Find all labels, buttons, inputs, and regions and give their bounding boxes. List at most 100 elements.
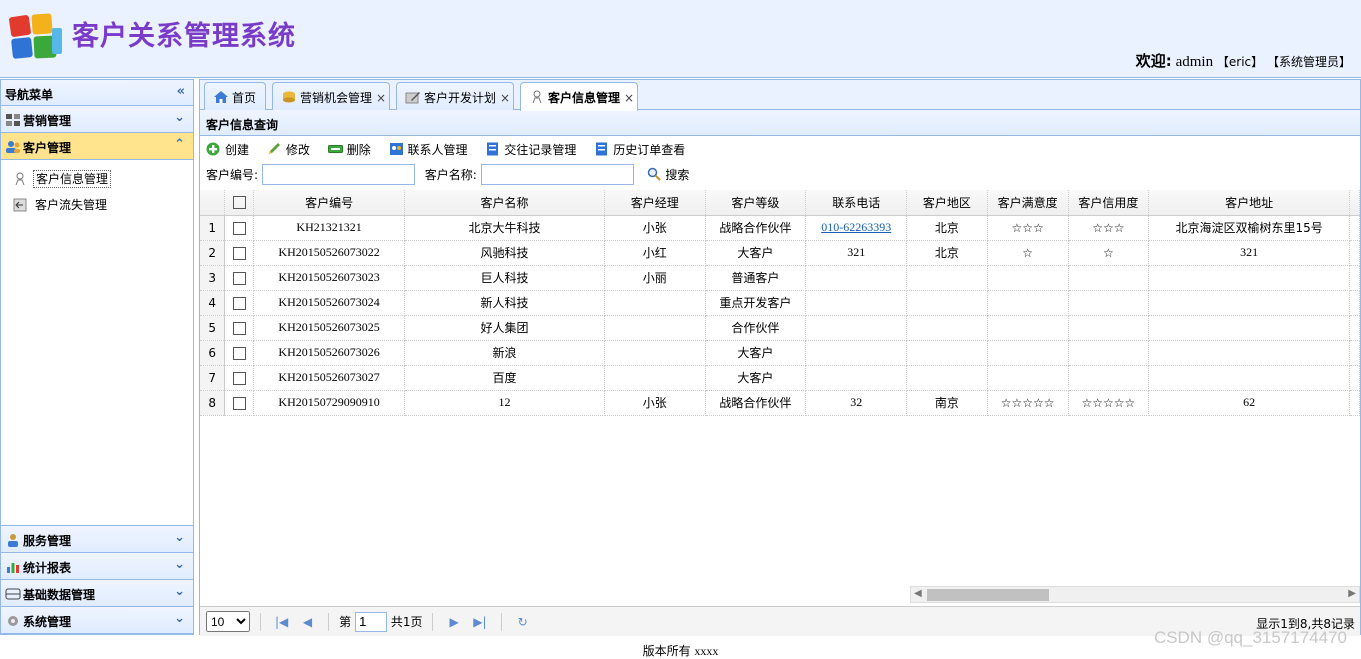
row-checkbox[interactable] (232, 346, 246, 360)
create-button[interactable]: 创建 (206, 141, 249, 158)
orders-button[interactable]: 历史订单查看 (594, 141, 685, 158)
create-label: 创建 (225, 143, 250, 157)
chevron-down-icon[interactable]: ⌄ (174, 611, 185, 626)
cell-region (906, 290, 988, 316)
sidebar-section-system[interactable]: 系统管理 ⌄ (1, 607, 193, 634)
column-header[interactable]: 客户经理 (604, 190, 706, 216)
table-row[interactable]: 8 KH20150729090910 12 小张 战略合作伙伴 32 南京 ☆☆… (200, 390, 1360, 416)
cell-region (906, 365, 988, 391)
table-header-row: 客户编号 客户名称 客户经理 客户等级 联系电话 客户地区 客户满意度 客户信用… (200, 190, 1360, 216)
table-row[interactable]: 4 KH20150526073024 新人科技 重点开发客户 (200, 290, 1360, 316)
sidebar-section-customer[interactable]: 客户管理 ⌃ (1, 133, 193, 160)
scroll-left-icon[interactable]: ◀ (914, 588, 922, 599)
row-checkbox[interactable] (232, 271, 246, 285)
cell-phone: 010-62263393 (805, 215, 908, 241)
tab-customer-info[interactable]: 客户信息管理 × (520, 82, 638, 111)
column-header[interactable]: 客户地区 (906, 190, 988, 216)
row-checkbox[interactable] (232, 371, 246, 385)
row-checkbox[interactable] (232, 321, 246, 335)
table-row[interactable]: 3 KH20150526073023 巨人科技 小丽 普通客户 (200, 265, 1360, 291)
toolbar: 创建 修改 删除 联系人管理 交往记录管理 历史订单查看 (200, 136, 1360, 162)
scrollbar-thumb[interactable] (927, 589, 1049, 601)
page-number-input[interactable] (354, 611, 387, 632)
table-row[interactable]: 7 KH20150526073027 百度 大客户 (200, 365, 1360, 391)
first-page-icon[interactable]: |◀ (271, 615, 293, 629)
chevron-down-icon[interactable]: ⌄ (174, 584, 185, 599)
cell-manager (604, 340, 706, 366)
refresh-icon[interactable]: ↻ (512, 615, 534, 629)
tab-home[interactable]: 首页 (204, 82, 266, 110)
chevron-down-icon[interactable]: ⌄ (174, 110, 185, 125)
chevron-up-icon[interactable]: ⌃ (174, 137, 185, 152)
next-page-icon[interactable]: ▶ (443, 615, 465, 629)
row-checkbox[interactable] (232, 221, 246, 235)
app-title: 客户关系管理系统 (72, 21, 296, 52)
row-checkbox[interactable] (232, 296, 246, 310)
column-header[interactable]: 客户信用度 (1068, 190, 1150, 216)
select-all-checkbox[interactable] (232, 196, 246, 210)
horizontal-scrollbar[interactable]: ◀ ▶ (910, 586, 1360, 603)
column-header[interactable]: 联系电话 (805, 190, 908, 216)
customer-code-input[interactable] (261, 164, 415, 185)
sidebar-section-base-data[interactable]: 基础数据管理 ⌄ (1, 580, 193, 607)
contacts-button[interactable]: 联系人管理 (389, 141, 468, 158)
prev-page-icon[interactable]: ◀ (296, 615, 318, 629)
row-select-cell (224, 365, 255, 391)
sidebar-section-reports[interactable]: 统计报表 ⌄ (1, 553, 193, 580)
column-header[interactable]: 客户等级 (705, 190, 807, 216)
cell-manager: 小红 (604, 240, 706, 266)
tab-bar: 首页 营销机会管理 × 客户开发计划 × 客户信息管理 × (200, 80, 1360, 111)
cell-manager (604, 290, 706, 316)
search-button-label: 搜索 (665, 168, 690, 182)
tab-label: 客户信息管理 (548, 91, 621, 105)
close-icon[interactable]: × (624, 91, 634, 105)
column-header[interactable]: 客户地址 (1148, 190, 1350, 216)
search-button[interactable]: 搜索 (647, 167, 690, 182)
database-icon (5, 588, 21, 600)
scroll-right-icon[interactable]: ▶ (1348, 588, 1356, 599)
table-row[interactable]: 1 KH21321321 北京大牛科技 小张 战略合作伙伴 010-622633… (200, 215, 1360, 241)
last-page-icon[interactable]: ▶| (469, 615, 491, 629)
sidebar-section-service[interactable]: 服务管理 ⌄ (1, 526, 193, 553)
close-icon[interactable]: × (500, 91, 510, 105)
cell-code: KH20150729090910 (253, 390, 405, 416)
cell-overflow (1349, 315, 1360, 341)
column-header[interactable]: 客户编号 (253, 190, 405, 216)
edit-button[interactable]: 修改 (267, 141, 310, 158)
gear-icon (8, 616, 18, 626)
table-row[interactable]: 6 KH20150526073026 新浪 大客户 (200, 340, 1360, 366)
sidebar-item-customer-info[interactable]: 客户信息管理 (13, 165, 193, 191)
cell-code: KH20150526073023 (253, 265, 405, 291)
tab-customer-development[interactable]: 客户开发计划 × (396, 82, 514, 110)
service-icon (8, 534, 18, 547)
sidebar-item-customer-loss[interactable]: 客户流失管理 (13, 191, 193, 217)
row-checkbox[interactable] (232, 396, 246, 410)
close-icon[interactable]: × (376, 91, 386, 105)
table-row[interactable]: 5 KH20150526073025 好人集团 合作伙伴 (200, 315, 1360, 341)
chevron-down-icon[interactable]: ⌄ (174, 530, 185, 545)
chevron-down-icon[interactable]: ⌄ (174, 557, 185, 572)
pencil-icon (405, 92, 420, 104)
cell-region (906, 340, 988, 366)
row-checkbox[interactable] (232, 246, 246, 260)
column-header[interactable]: 客户名称 (404, 190, 606, 216)
select-all-header (224, 190, 255, 216)
interactions-button[interactable]: 交往记录管理 (485, 141, 576, 158)
collapse-sidebar-icon[interactable]: « (177, 84, 185, 99)
delete-button[interactable]: 删除 (327, 141, 371, 158)
page-size-select[interactable]: 10 (206, 611, 250, 632)
customer-name-input[interactable] (480, 164, 634, 185)
cell-name: 风驰科技 (404, 240, 606, 266)
cell-name: 北京大牛科技 (404, 215, 606, 241)
table-row[interactable]: 2 KH20150526073022 风驰科技 小红 大客户 321 北京 ☆ … (200, 240, 1360, 266)
row-number: 7 (200, 365, 226, 391)
cell-address (1148, 340, 1350, 366)
phone-link[interactable]: 010-62263393 (821, 220, 891, 234)
cell-satisfaction (987, 290, 1069, 316)
column-header[interactable]: 客户满意度 (987, 190, 1069, 216)
cell-phone (805, 365, 908, 391)
cell-region: 南京 (906, 390, 988, 416)
sidebar-section-marketing[interactable]: 营销管理 ⌄ (1, 106, 193, 133)
tab-marketing-opportunity[interactable]: 营销机会管理 × (272, 82, 390, 110)
cell-credit: ☆ (1068, 240, 1150, 266)
